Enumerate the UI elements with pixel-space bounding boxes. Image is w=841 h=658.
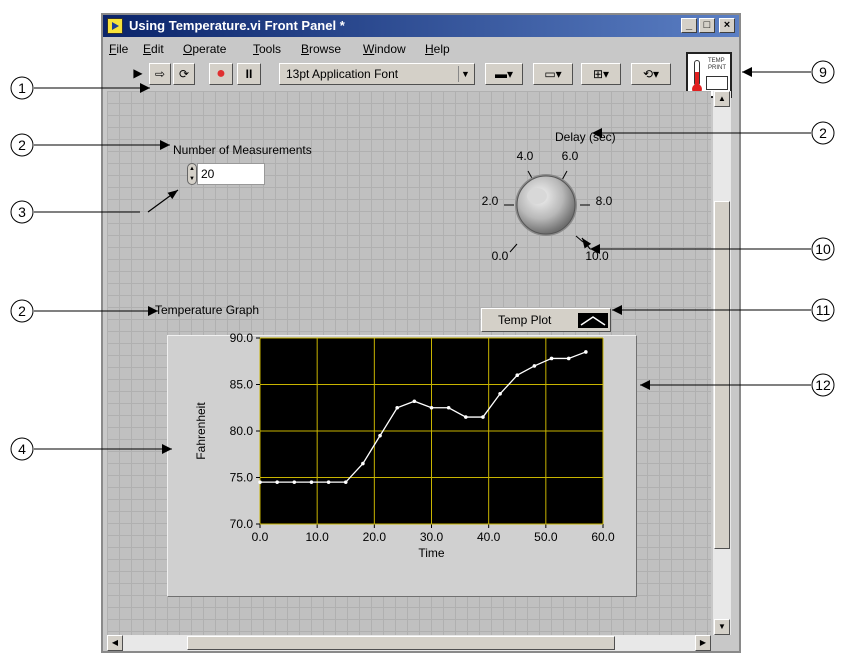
arrowhead bbox=[592, 128, 602, 138]
data-point bbox=[549, 356, 554, 361]
data-point bbox=[498, 392, 502, 396]
data-point bbox=[584, 350, 588, 354]
arrowhead bbox=[162, 444, 172, 454]
data-point bbox=[378, 433, 382, 438]
data-point bbox=[361, 461, 365, 466]
arrowhead bbox=[148, 306, 158, 316]
overlay-svg: 0.02.04.0 6.08.010.00.0 10.0 20.0 30.0 40.0 50… bbox=[10, 60, 835, 560]
data-point bbox=[275, 480, 279, 484]
arrowhead bbox=[612, 305, 622, 315]
knob-tick-label: 8.0 bbox=[596, 194, 613, 208]
x-tick-label: 60.0 bbox=[591, 530, 615, 544]
x-tick-label: 20.0 bbox=[363, 530, 387, 544]
knob-tick-label: 0.0 bbox=[492, 249, 509, 263]
callout-number: 2 bbox=[819, 125, 827, 141]
callout-number: 9 bbox=[819, 64, 827, 80]
y-tick-label: 70.0 bbox=[230, 517, 254, 531]
callout-number: 4 bbox=[18, 441, 26, 457]
arrowhead bbox=[640, 380, 650, 390]
data-point bbox=[258, 480, 262, 484]
callout-number: 2 bbox=[18, 303, 26, 319]
knob-tick-label: 6.0 bbox=[562, 149, 579, 163]
knob-highlight bbox=[527, 188, 547, 204]
x-tick-label: 0.0 bbox=[252, 530, 269, 544]
x-tick-label: 40.0 bbox=[477, 530, 501, 544]
data-point bbox=[532, 364, 537, 368]
data-point bbox=[292, 480, 297, 484]
y-tick-label: 85.0 bbox=[230, 378, 254, 392]
knob-tick-label: 4.0 bbox=[517, 149, 534, 163]
data-point bbox=[464, 415, 468, 419]
data-point bbox=[326, 480, 331, 484]
data-point bbox=[309, 480, 314, 484]
figure-root: Using Temperature.vi Front Panel * _ □ ×… bbox=[0, 0, 841, 658]
arrowhead bbox=[582, 238, 592, 249]
arrowhead bbox=[140, 83, 150, 93]
delay-knob[interactable] bbox=[516, 175, 576, 235]
x-axis-title: Time bbox=[418, 546, 445, 560]
x-tick-label: 50.0 bbox=[534, 530, 558, 544]
data-point bbox=[481, 415, 485, 419]
data-point bbox=[446, 405, 451, 410]
knob-tick-label: 2.0 bbox=[482, 194, 499, 208]
x-tick-label: 30.0 bbox=[420, 530, 444, 544]
callout-number: 11 bbox=[816, 302, 831, 318]
x-tick-label: 10.0 bbox=[305, 530, 329, 544]
arrowhead bbox=[742, 67, 752, 77]
callout-number: 3 bbox=[18, 204, 26, 220]
knob-tick-mark bbox=[509, 243, 518, 253]
data-point bbox=[343, 480, 348, 484]
y-tick-label: 80.0 bbox=[230, 424, 254, 438]
data-point bbox=[515, 373, 520, 378]
arrowhead bbox=[167, 190, 178, 200]
y-axis-title: Fahrenheit bbox=[194, 402, 208, 460]
data-point bbox=[412, 399, 417, 404]
callout-number: 1 bbox=[18, 80, 26, 96]
callout-number: 12 bbox=[815, 377, 831, 393]
data-point bbox=[429, 405, 434, 410]
knob-tick-mark bbox=[561, 170, 568, 181]
y-tick-label: 75.0 bbox=[230, 471, 254, 485]
knob-tick-mark bbox=[575, 235, 584, 243]
callout-number: 10 bbox=[815, 241, 831, 257]
callout-number: 2 bbox=[18, 137, 26, 153]
y-tick-label: 90.0 bbox=[230, 331, 254, 345]
data-point bbox=[395, 405, 400, 410]
arrowhead bbox=[160, 140, 170, 150]
data-point bbox=[566, 356, 571, 361]
